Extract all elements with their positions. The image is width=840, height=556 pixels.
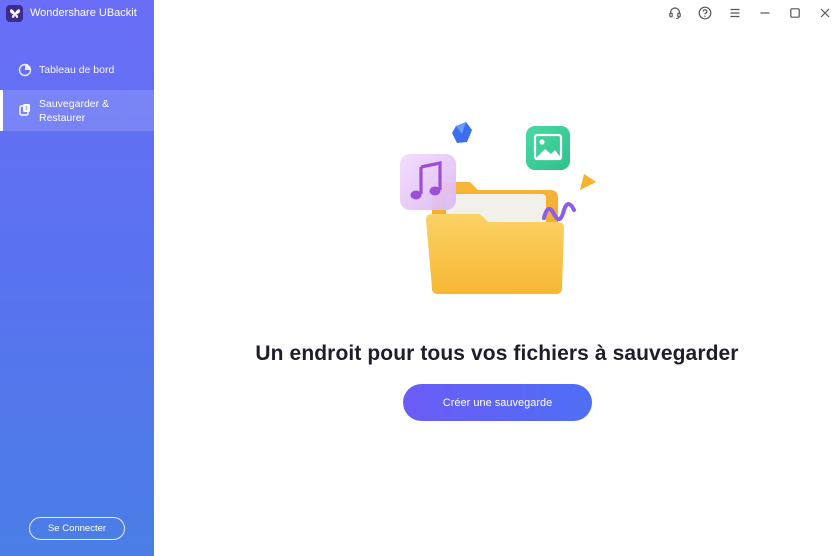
gem-shape [452, 122, 472, 143]
help-icon[interactable] [690, 5, 720, 21]
sidebar-item-backup-restore[interactable]: Sauvegarder & Restaurer [0, 90, 154, 131]
sidebar-item-label: Tableau de bord [39, 64, 115, 76]
maximize-icon[interactable] [780, 5, 810, 21]
app-brand: Wondershare UBackit [6, 4, 137, 22]
window-controls [660, 5, 840, 21]
sign-in-button[interactable]: Se Connecter [29, 517, 125, 540]
backup-restore-icon [19, 104, 30, 116]
butterfly-logo-icon [6, 4, 23, 22]
page-headline: Un endroit pour tous vos fichiers à sauv… [255, 342, 739, 365]
sidebar-item-label: Sauvegarder & Restaurer [39, 98, 110, 124]
headset-icon[interactable] [660, 5, 690, 21]
menu-icon[interactable] [720, 5, 750, 21]
app-title: Wondershare UBackit [30, 7, 137, 19]
minimize-icon[interactable] [750, 5, 780, 21]
image-tile-icon [526, 126, 570, 170]
music-tile-icon [400, 154, 456, 210]
create-backup-button[interactable]: Créer une sauvegarde [403, 384, 592, 421]
close-icon[interactable] [810, 5, 840, 21]
triangle-shape [580, 174, 596, 190]
dashboard-icon [18, 63, 32, 77]
sidebar: Wondershare UBackit Tableau de bord Sauv… [0, 0, 154, 556]
sidebar-item-dashboard[interactable]: Tableau de bord [0, 63, 154, 79]
backup-folder-illustration [400, 122, 596, 294]
